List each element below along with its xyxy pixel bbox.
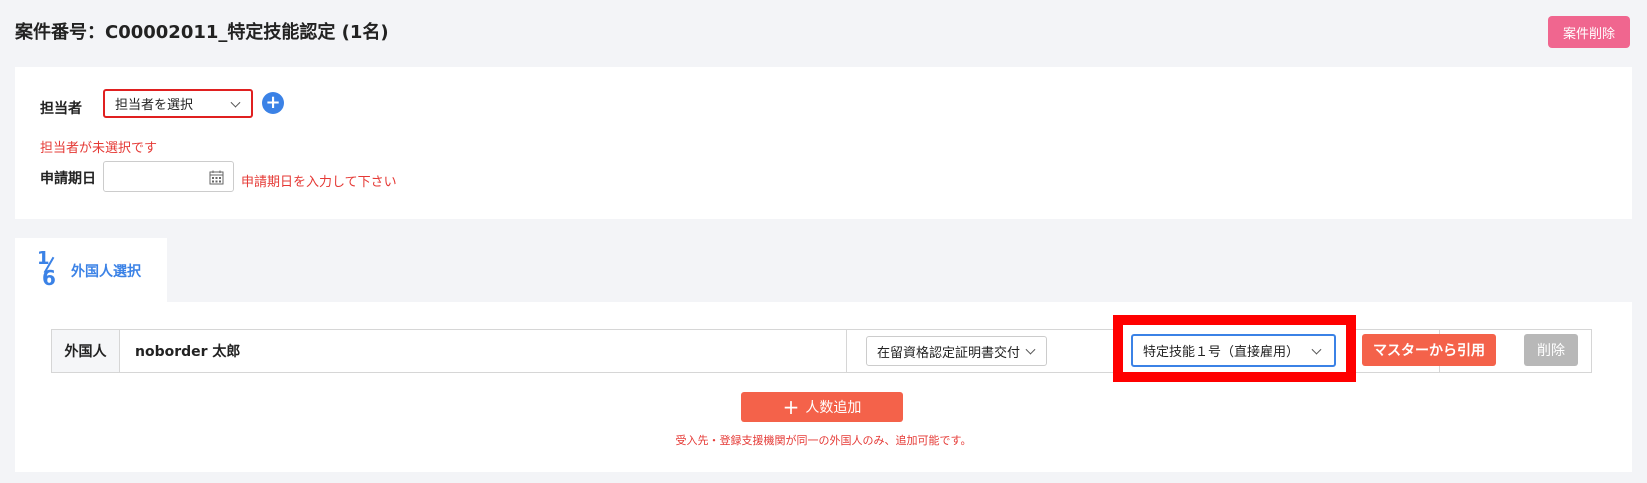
assignee-label: 担当者 [40,101,82,117]
foreigner-row-label: 外国人 [52,330,120,372]
quote-from-master-button[interactable]: マスターから引用 [1362,334,1496,366]
delete-row-button[interactable]: 削除 [1524,334,1578,366]
chevron-down-icon [230,97,241,108]
step-total: 6 [42,266,56,290]
tab-foreigner-selection[interactable]: 1 6 外国人選択 [15,238,167,302]
add-person-note: 受入先・登録支援機関が同一の外国人のみ、追加可能です。 [675,434,972,447]
assignee-select[interactable]: 担当者を選択 [103,89,253,118]
add-assignee-button[interactable]: + [262,92,284,114]
delete-case-button[interactable]: 案件削除 [1548,16,1630,48]
case-info-card: 担当者 担当者を選択 + 担当者が未選択です 申請期日 申請期日を入力して下さい [15,67,1632,219]
tab-label: 外国人選択 [71,264,141,280]
application-date-input[interactable] [103,161,234,192]
chevron-down-icon [1311,344,1322,355]
application-date-label: 申請期日 [40,171,96,187]
calendar-icon[interactable] [209,170,224,185]
plus-icon: + [782,395,800,419]
foreigner-row: 外国人 noborder 太郎 在留資格認定証明書交付 [51,329,1592,373]
visa-type-value: 特定技能１号（直接雇用） [1143,345,1300,360]
visa-type-select[interactable]: 特定技能１号（直接雇用） [1131,334,1336,367]
application-date-error: 申請期日を入力して下さい [241,175,397,190]
application-type-select[interactable]: 在留資格認定証明書交付 [866,336,1047,366]
application-type-value: 在留資格認定証明書交付 [877,345,1021,361]
assignee-error: 担当者が未選択です [40,141,158,156]
foreigner-name: noborder 太郎 [135,344,241,360]
chevron-down-icon [1025,344,1036,355]
add-person-button[interactable]: + 人数追加 [741,392,903,422]
page-title: 案件番号：C00002011_特定技能認定 (1名) [15,22,389,43]
row-divider [846,330,847,372]
assignee-select-value: 担当者を選択 [115,98,194,113]
add-person-label: 人数追加 [805,400,862,416]
